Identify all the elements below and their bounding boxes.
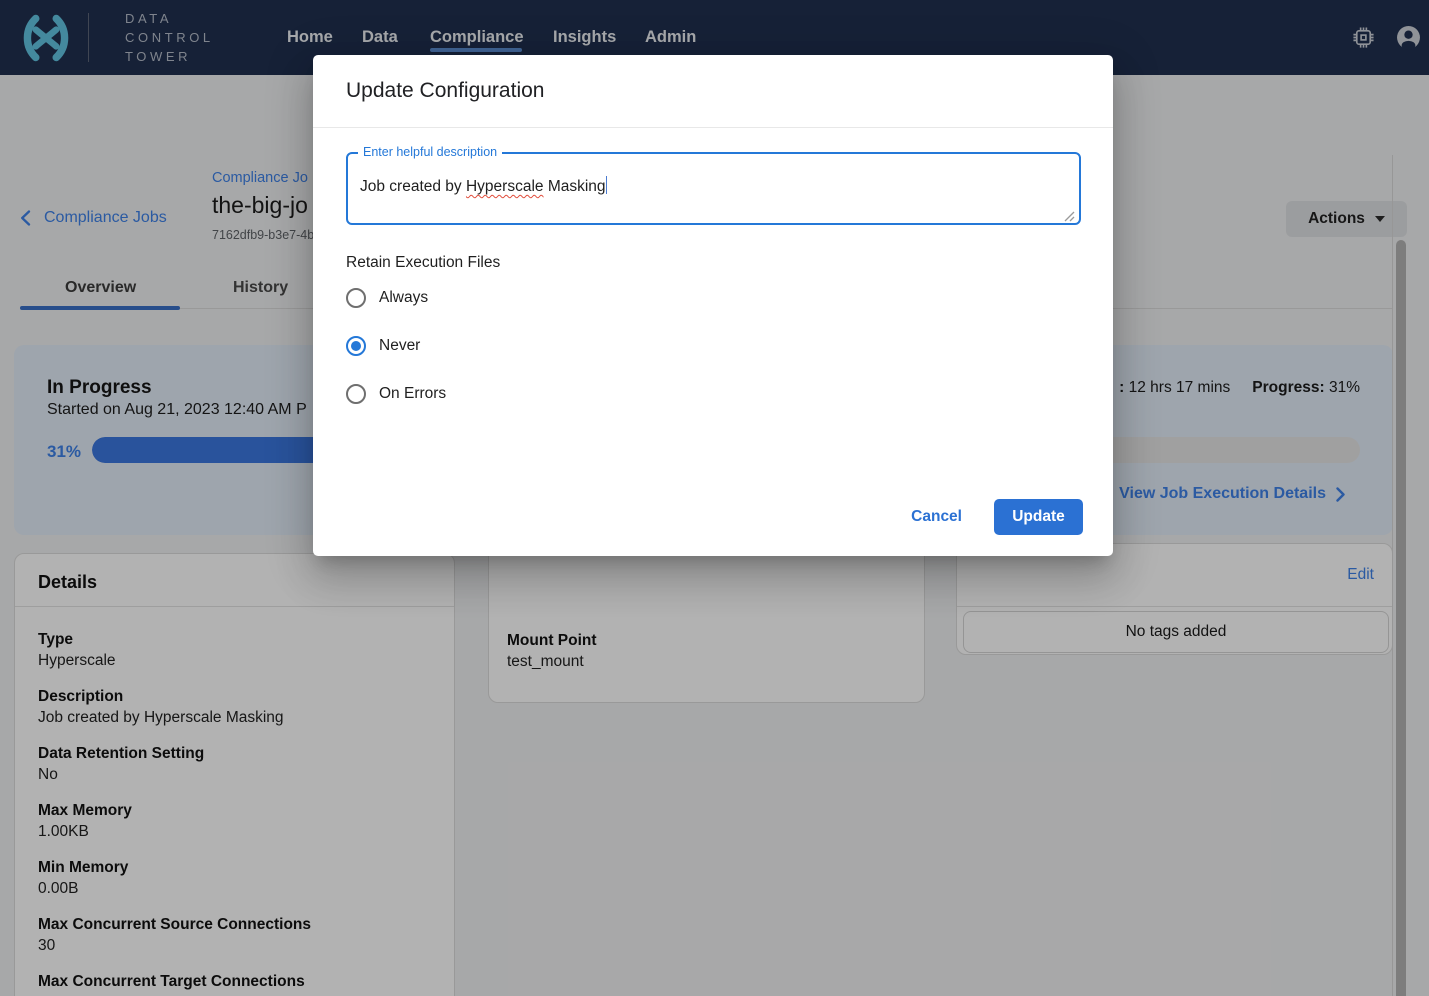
radio-checked-icon	[346, 336, 366, 356]
dialog-title: Update Configuration	[346, 79, 544, 103]
radio-option-never[interactable]: Never	[346, 322, 446, 370]
text-caret	[606, 176, 608, 194]
radio-icon	[346, 288, 366, 308]
radio-option-on-errors[interactable]: On Errors	[346, 370, 446, 418]
retain-execution-files-label: Retain Execution Files	[346, 254, 500, 272]
radio-icon	[346, 384, 366, 404]
resize-handle[interactable]	[1064, 209, 1075, 220]
app-window: DATA CONTROL TOWER Home Data Compliance …	[0, 0, 1429, 996]
retain-radio-group: Always Never On Errors	[346, 274, 446, 418]
update-button[interactable]: Update	[994, 499, 1083, 535]
cancel-button[interactable]: Cancel	[901, 500, 972, 534]
radio-option-always[interactable]: Always	[346, 274, 446, 322]
description-textarea[interactable]: Enter helpful description Job created by…	[346, 152, 1081, 225]
misspelled-word: Hyperscale	[466, 178, 544, 195]
divider	[313, 127, 1113, 128]
dialog-footer: Cancel Update	[901, 497, 1083, 537]
update-configuration-dialog: Update Configuration Enter helpful descr…	[313, 55, 1113, 556]
description-field-label: Enter helpful description	[358, 145, 502, 159]
description-text: Job created by Hyperscale Masking	[360, 176, 607, 196]
